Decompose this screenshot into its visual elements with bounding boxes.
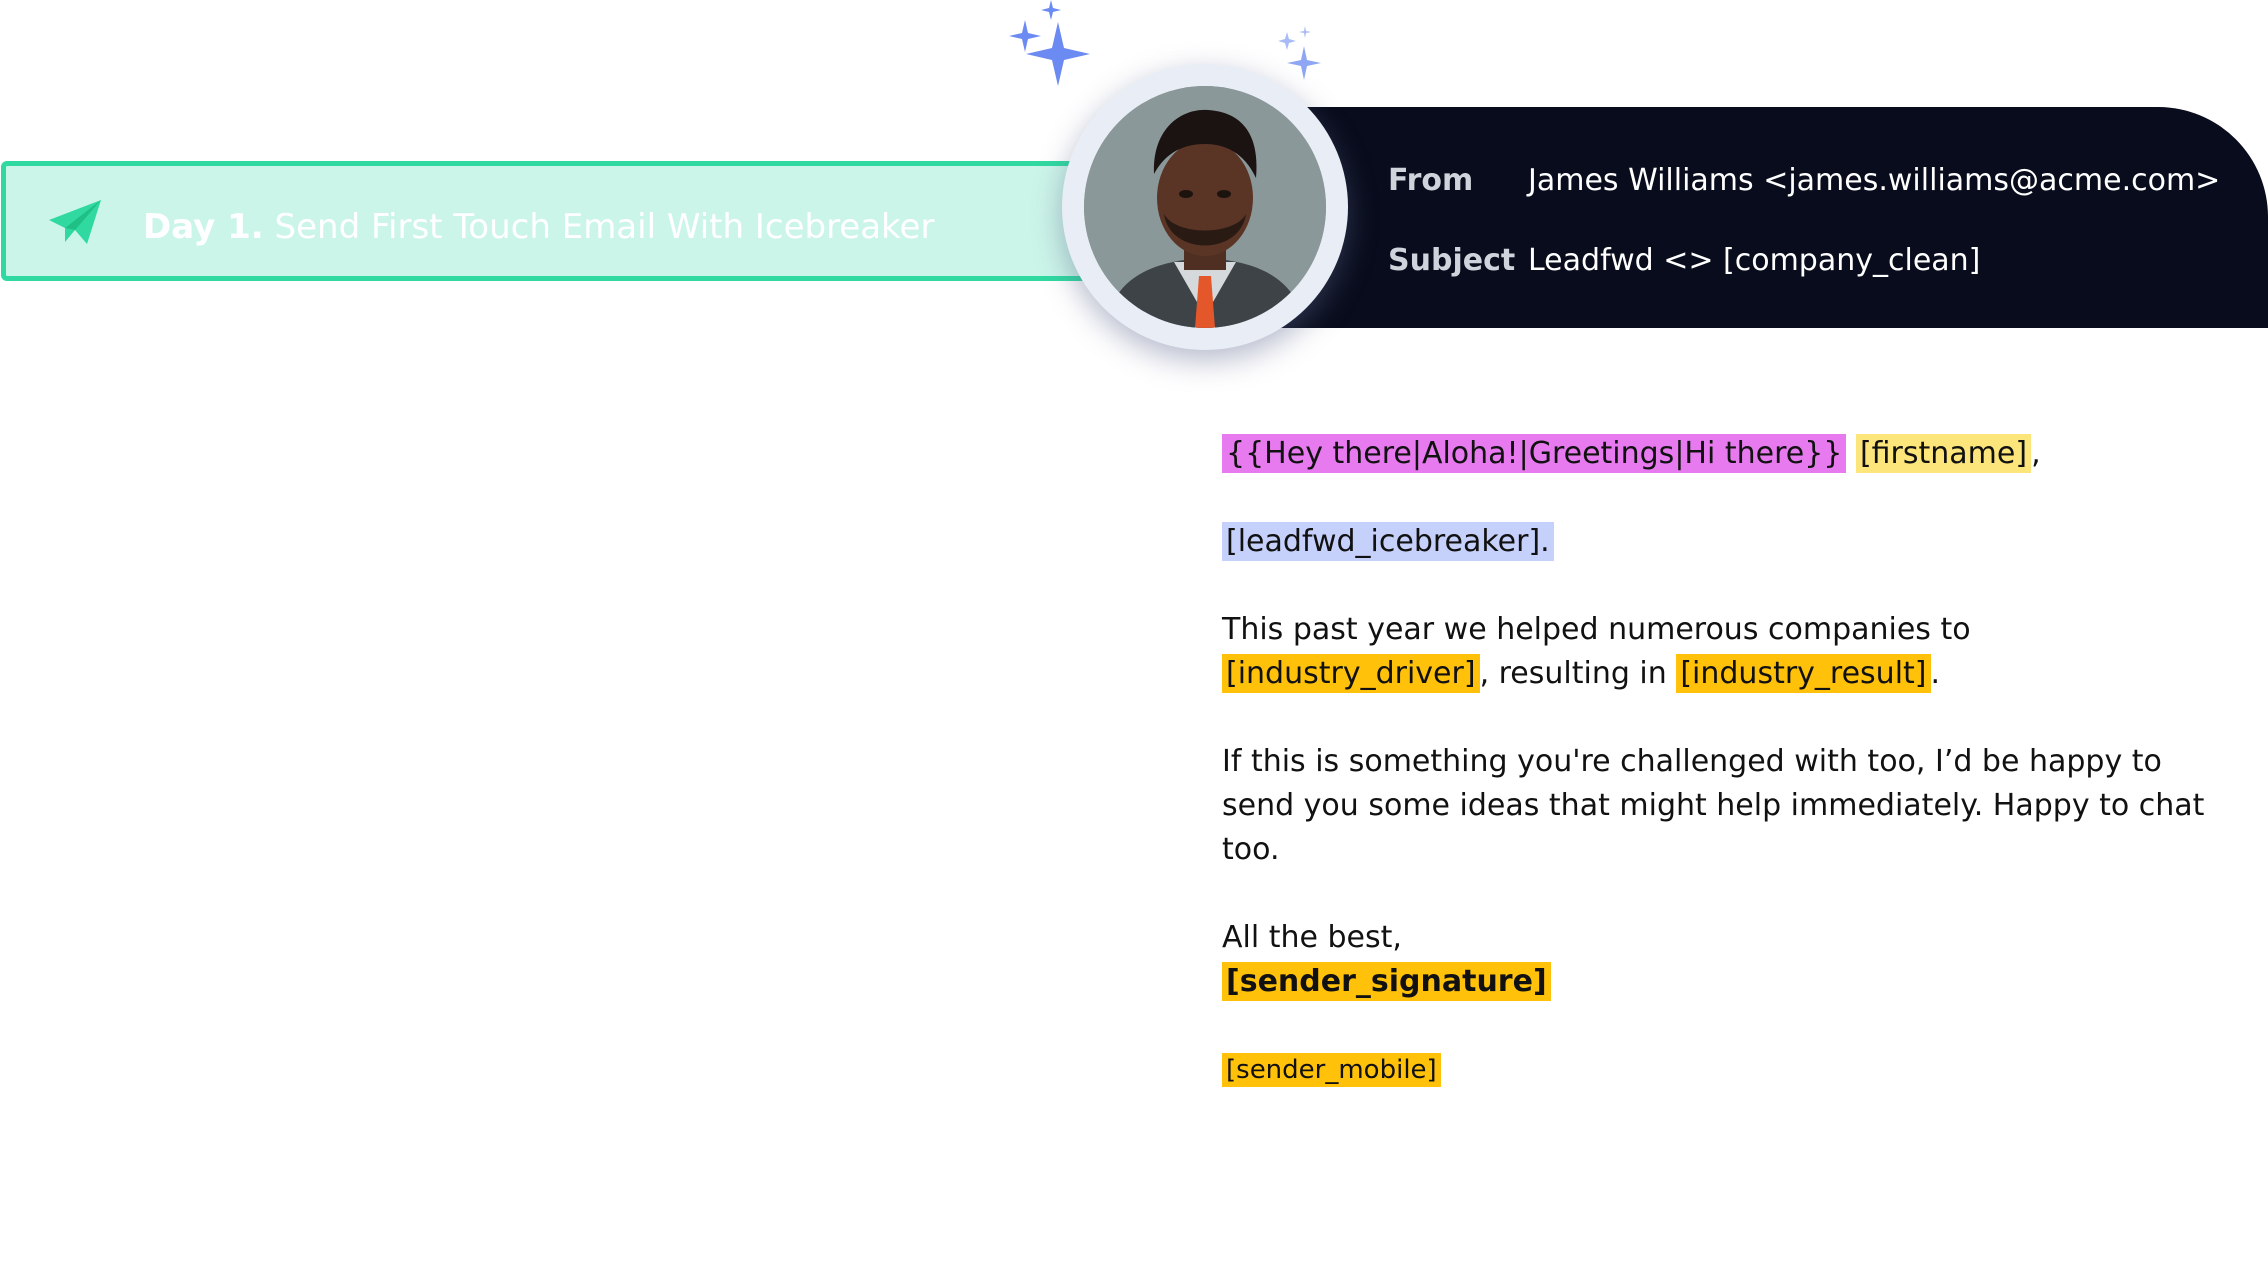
from-value: James Williams <james.williams@acme.com> xyxy=(1528,163,2221,198)
step-name: Send First Touch Email With Icebreaker xyxy=(274,207,935,247)
greeting-space xyxy=(1846,436,1856,471)
signature-token: [sender_signature] xyxy=(1222,962,1551,1001)
mobile-token: [sender_mobile] xyxy=(1222,1053,1441,1087)
step-day-label: Day 1. xyxy=(143,207,264,247)
paragraph-text-1: This past year we helped numerous compan… xyxy=(1222,612,1971,647)
firstname-token: [firstname] xyxy=(1855,434,2032,473)
spintax-token: {{Hey there|Aloha!|Greetings|Hi there}} xyxy=(1222,434,1847,473)
subject-label: Subject xyxy=(1388,243,1516,278)
paper-plane-icon xyxy=(49,200,101,244)
icebreaker-line: [leadfwd_icebreaker]. xyxy=(1222,520,2222,564)
avatar-photo xyxy=(1084,86,1326,328)
sequence-step-banner[interactable]: Day 1. Send First Touch Email With Icebr… xyxy=(1,161,1116,281)
subject-value: Leadfwd <> [company_clean] xyxy=(1528,243,1981,278)
greeting-line: {{Hey there|Aloha!|Greetings|Hi there}} … xyxy=(1222,432,2222,476)
signoff: All the best, xyxy=(1222,920,1402,955)
offer-paragraph: If this is something you're challenged w… xyxy=(1222,744,2205,867)
mobile-line: [sender_mobile] xyxy=(1222,1048,2222,1092)
icebreaker-token: [leadfwd_icebreaker]. xyxy=(1222,522,1554,561)
value-paragraph: This past year we helped numerous compan… xyxy=(1222,608,2222,696)
paragraph-text-2: , resulting in xyxy=(1479,656,1677,691)
step-title: Day 1. Send First Touch Email With Icebr… xyxy=(143,207,934,247)
paragraph-text-3: . xyxy=(1930,656,1941,691)
from-label: From xyxy=(1388,163,1474,198)
signature-line: [sender_signature] xyxy=(1222,960,2222,1004)
email-body: {{Hey there|Aloha!|Greetings|Hi there}} … xyxy=(1222,432,2222,1136)
sender-avatar xyxy=(1062,64,1348,350)
industry-driver-token: [industry_driver] xyxy=(1222,654,1480,693)
industry-result-token: [industry_result] xyxy=(1676,654,1931,693)
greeting-comma: , xyxy=(2031,436,2041,471)
